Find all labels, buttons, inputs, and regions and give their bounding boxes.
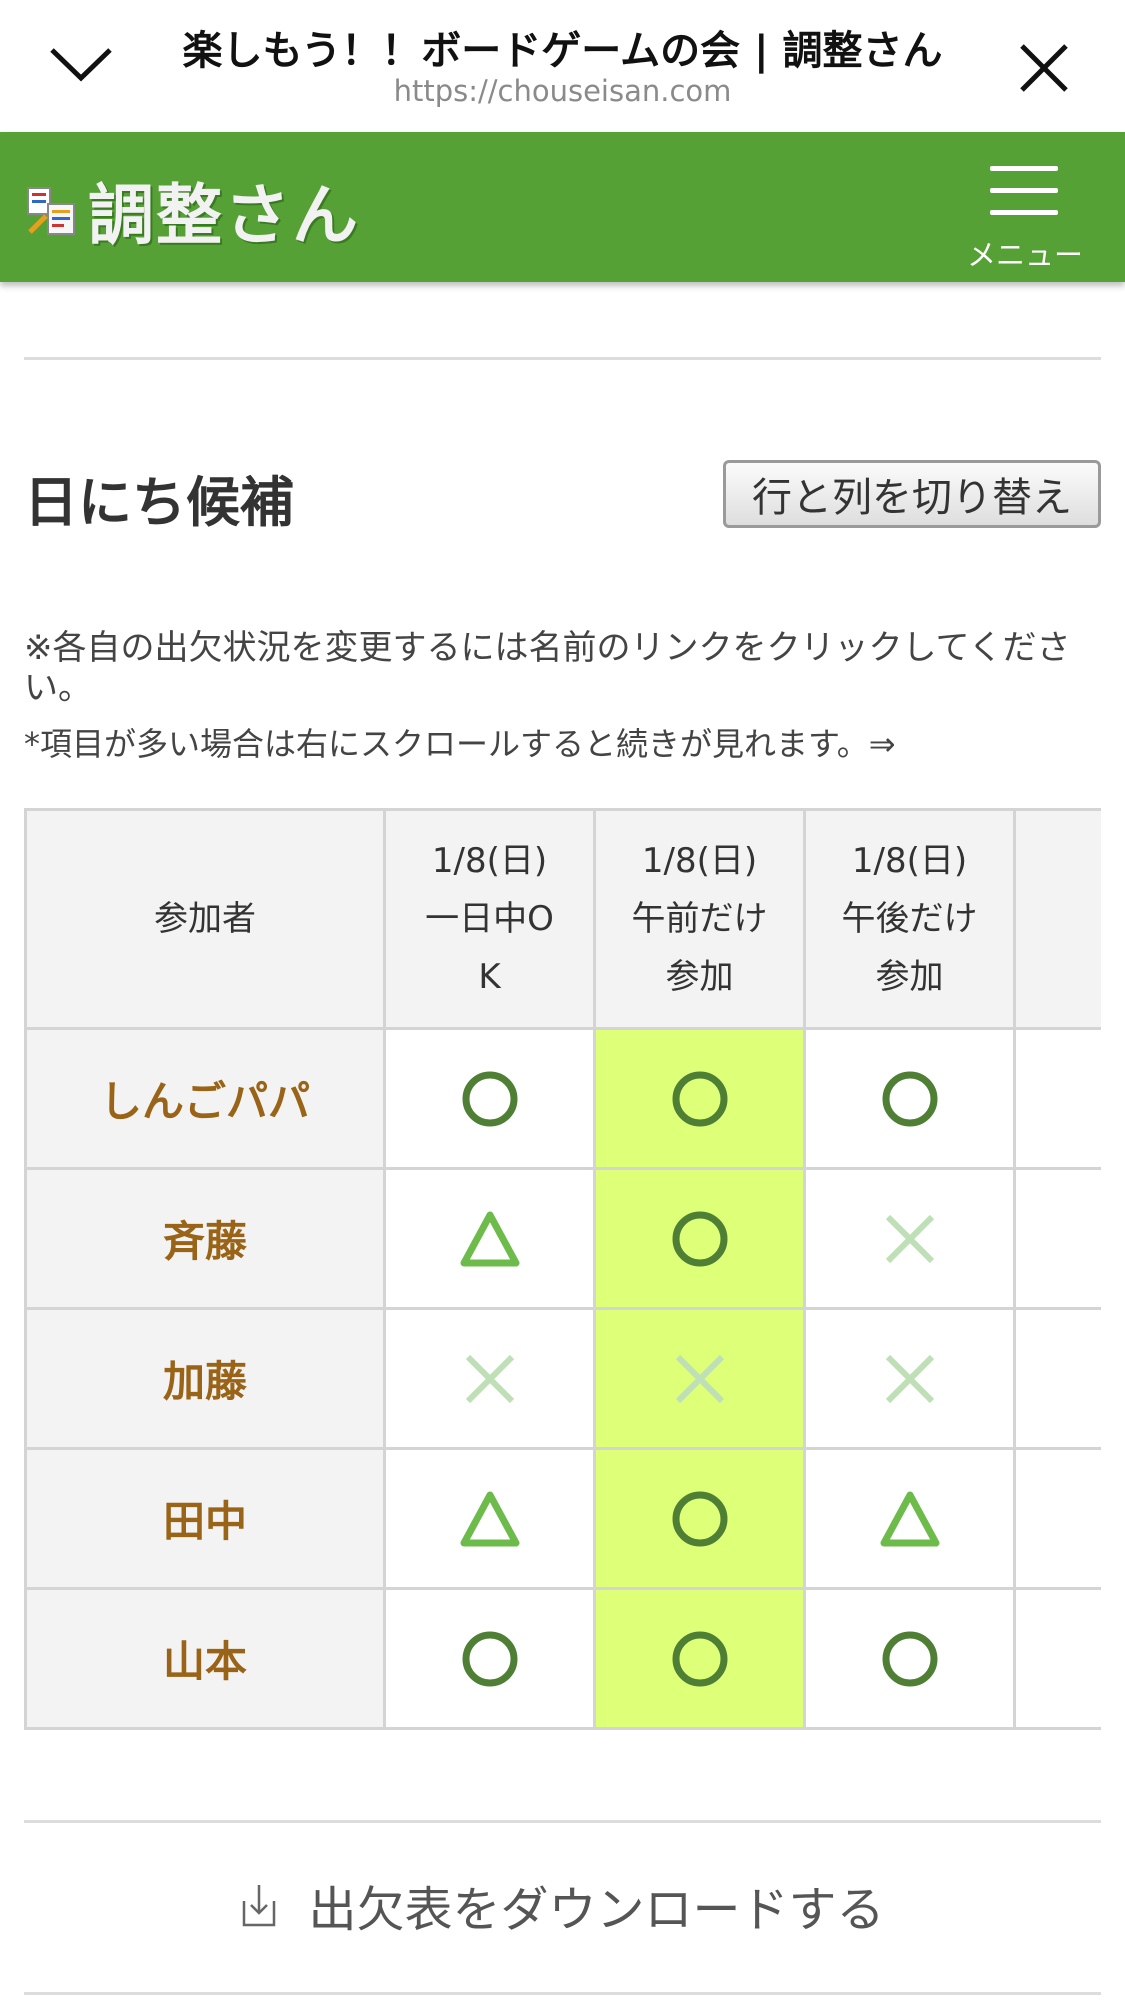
circle-mark-icon (672, 1071, 727, 1126)
cross-mark-icon (885, 1354, 934, 1403)
section-title: 日にち候補 (24, 471, 294, 534)
header-line: 参加 (665, 957, 734, 997)
attendance-cell (386, 1030, 596, 1170)
attendance-table[interactable]: 参加者 1/8(日) 一日中O K 1/8(日) 午前だけ参加 1/8(日) 午後だけ参加しん… (24, 808, 1101, 1730)
cross-mark-icon (885, 1214, 934, 1263)
participant-name-link[interactable]: 加藤 (27, 1310, 386, 1450)
header-line: 1/8(日) (851, 841, 968, 881)
participant-name-link[interactable]: 山本 (27, 1590, 386, 1730)
download-label: 出欠表をダウンロードする (308, 1882, 885, 1938)
header-date-option: 1/8(日) 午後だけ参加 (806, 811, 1016, 1030)
header-line: 午前だけ (631, 899, 768, 939)
participant-name-link[interactable]: 斉藤 (27, 1170, 386, 1310)
attendance-cell (596, 1030, 806, 1170)
participant-name-link[interactable]: 田中 (27, 1450, 386, 1590)
attendance-cell (596, 1590, 806, 1730)
header-line: 参加 (875, 957, 944, 997)
circle-mark-icon (672, 1631, 727, 1686)
attendance-cell (806, 1030, 1016, 1170)
attendance-cell-partial (1016, 1170, 1101, 1310)
triangle-mark-icon (460, 1211, 519, 1266)
attendance-cell (386, 1590, 596, 1730)
triangle-mark-icon (880, 1491, 939, 1546)
hamburger-icon (990, 166, 1058, 171)
header-line: K (478, 957, 501, 997)
browser-chrome: 楽しもう！！ボードゲームの会 | 調整さん https://chouseisan… (0, 0, 1125, 132)
close-icon[interactable] (1016, 40, 1072, 96)
switch-rows-columns-button[interactable]: 行と列を切り替え (723, 460, 1101, 528)
attendance-cell-partial (1016, 1030, 1101, 1170)
header-line: 一日中O (425, 899, 554, 939)
attendance-cell (806, 1310, 1016, 1450)
attendance-cell-partial (1016, 1450, 1101, 1590)
app-header: 調整さん メニュー (0, 132, 1125, 282)
circle-mark-icon (882, 1071, 937, 1126)
attendance-cell (596, 1450, 806, 1590)
divider (24, 1992, 1101, 1995)
note-change-status: ※各自の出欠状況を変更するには名前のリンクをクリックしてください。 (24, 628, 1071, 708)
header-line: 1/8(日) (431, 841, 548, 881)
logo-icon[interactable] (24, 182, 82, 240)
header-date-option: 1/8(日) 午前だけ参加 (596, 811, 806, 1030)
page-title: 楽しもう！！ボードゲームの会 | 調整さん (182, 28, 943, 74)
header-participant: 参加者 (27, 811, 386, 1030)
triangle-mark-icon (460, 1491, 519, 1546)
note-scroll-hint: *項目が多い場合は右にスクロールすると続きが見れます。⇒ (24, 725, 896, 763)
header-line: 午後だけ (841, 899, 978, 939)
attendance-cell-partial (1016, 1590, 1101, 1730)
attendance-cell (806, 1170, 1016, 1310)
menu-label: メニュー (966, 238, 1083, 272)
download-button[interactable]: 出欠表をダウンロードする (24, 1820, 1101, 1990)
circle-mark-icon (882, 1631, 937, 1686)
menu-button[interactable]: メニュー (960, 160, 1090, 272)
attendance-cell-partial (1016, 1310, 1101, 1450)
attendance-cell (386, 1310, 596, 1450)
chevron-down-icon[interactable] (46, 40, 116, 90)
cross-mark-icon (465, 1354, 514, 1403)
circle-mark-icon (672, 1211, 727, 1266)
divider (24, 357, 1101, 360)
header-date-option-partial (1016, 811, 1101, 1030)
circle-mark-icon (462, 1071, 517, 1126)
circle-mark-icon (462, 1631, 517, 1686)
circle-mark-icon (672, 1491, 727, 1546)
header-line: 1/8(日) (641, 841, 758, 881)
attendance-cell (596, 1310, 806, 1450)
attendance-cell (806, 1590, 1016, 1730)
attendance-cell (386, 1450, 596, 1590)
cross-mark-icon (675, 1354, 724, 1403)
attendance-cell (806, 1450, 1016, 1590)
attendance-cell (596, 1170, 806, 1310)
attendance-cell (386, 1170, 596, 1310)
page-url: https://chouseisan.com (393, 74, 732, 108)
download-icon (243, 1885, 276, 1927)
app-logo-text[interactable]: 調整さん (88, 162, 360, 258)
header-date-option: 1/8(日) 一日中O K (386, 811, 596, 1030)
participant-name-link[interactable]: しんごパパ (27, 1030, 386, 1170)
